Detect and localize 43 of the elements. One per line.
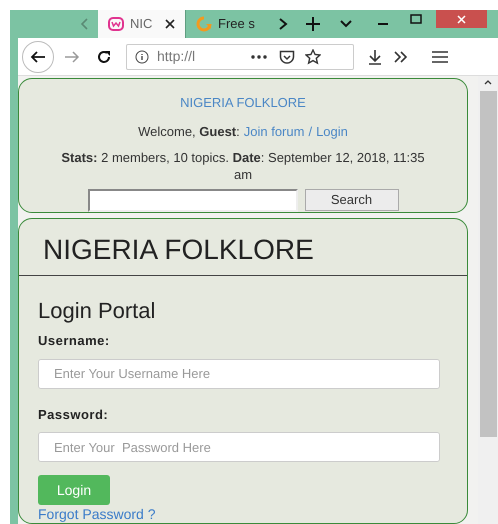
forward-arrow-icon[interactable] [64,50,80,62]
overflow-chevrons-icon[interactable] [394,50,408,62]
star-icon[interactable] [305,48,321,64]
reload-icon[interactable] [96,48,112,64]
more-dots-icon[interactable] [251,54,267,58]
close-window-button[interactable] [436,10,487,28]
input-field[interactable]: Enter Your Password Here [38,432,440,462]
login-button[interactable]: Login [38,475,110,505]
chevron-down-icon[interactable] [340,20,352,28]
menu-icon[interactable] [432,50,448,62]
maximize-icon[interactable] [410,14,422,24]
close-icon [457,14,466,24]
new-tab-icon[interactable] [306,17,320,31]
scrollbar-thumb[interactable] [480,91,496,437]
site-title: NIGERIA FOLKLORE [43,233,314,267]
pocket-icon[interactable] [279,50,295,64]
browser-tab[interactable]: NIC [98,10,185,38]
welcome-text: Welcome, Guest: [138,122,240,140]
close-tab-icon[interactable] [165,19,175,29]
url-text: http://l [157,47,196,66]
back-arrow-icon [30,50,46,62]
login-link[interactable]: Login [316,122,348,141]
forum-stats-text: Stats: 2 members, 10 topics. Date: September 12, 2018, 11:35 am [60,149,426,183]
search-button[interactable]: Search [304,189,398,211]
link-separator: / [308,122,312,140]
scroll-up-icon[interactable] [484,80,492,85]
field-label: Username: [38,332,111,350]
tab-scroll-right-icon[interactable] [278,18,288,30]
site-favicon-icon [108,17,124,31]
tab-title: NIC [130,15,152,34]
forum-title-link[interactable]: NIGERIA FOLKLORE [180,93,306,112]
info-icon [135,50,149,64]
join-forum-link[interactable]: Join forum [244,122,304,141]
forgot-password-link[interactable]: Forgot Password ? [38,505,448,523]
back-button[interactable] [22,40,54,72]
download-icon[interactable] [368,48,382,64]
search-field[interactable] [88,189,298,212]
field-label: Password: [38,406,110,424]
input-field[interactable]: Enter Your Username Here [38,358,440,388]
ring-icon [196,16,212,32]
address-bar[interactable]: http://l [126,44,354,70]
tab-title: Free s [218,15,255,34]
login-heading: Login Portal [38,297,156,325]
